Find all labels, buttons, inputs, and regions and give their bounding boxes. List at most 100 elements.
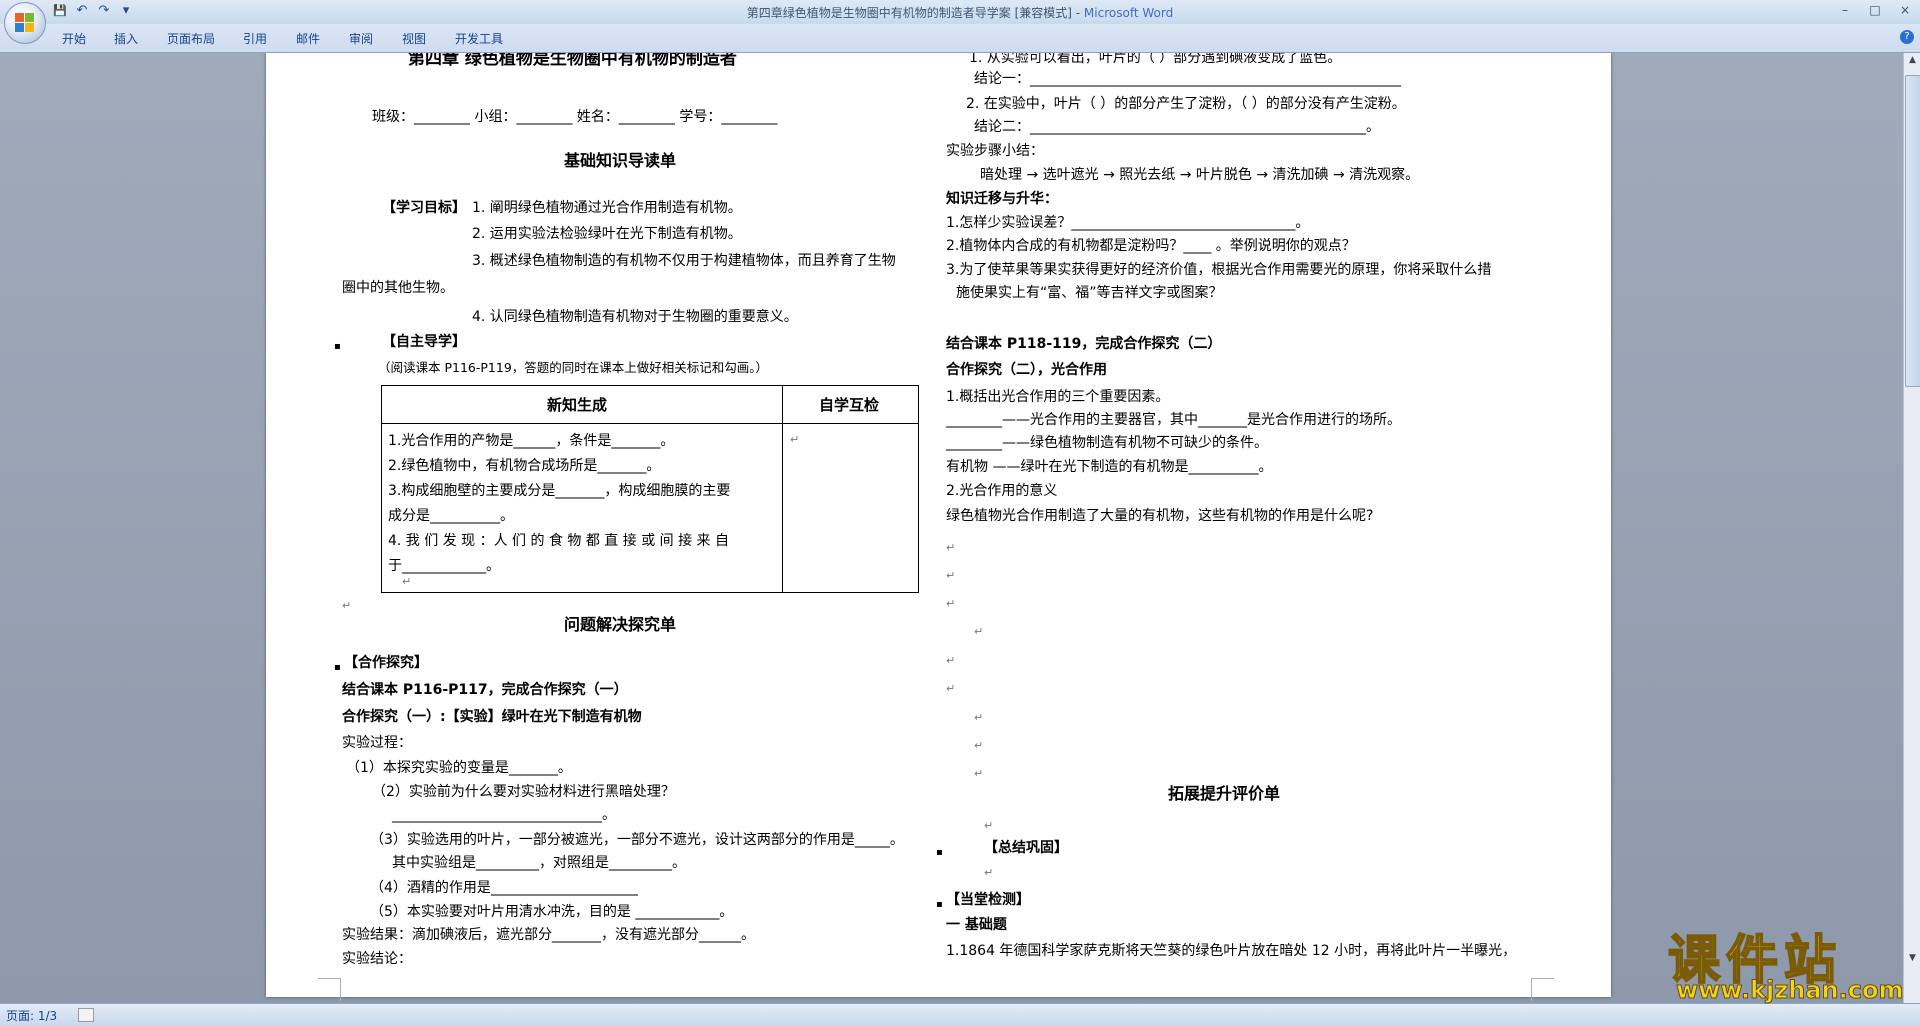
document-workspace: 第四章 绿色植物是生物圈中有机物的制造者 班级：________ 小组：____… — [0, 53, 1903, 1003]
watermark-url: www.kjzhan.com — [1675, 976, 1904, 1005]
watermark: 课件站 www.kjzhan.com — [1667, 918, 1904, 1005]
bullet-mark: ▪ — [936, 847, 943, 858]
document-page[interactable]: 第四章 绿色植物是生物圈中有机物的制造者 班级：________ 小组：____… — [266, 53, 1611, 1001]
question-item: 1.1864 年德国科学家萨克斯将天竺葵的绿色叶片放在暗处 12 小时，再将此叶… — [946, 943, 1517, 959]
result-line: 实验结果：滴加碘液后，遮光部分_______，没有遮光部分______。 — [342, 927, 755, 943]
question-item: （3）实验选用的叶片，一部分被遮光，一部分不遮光，设计这两部分的作用是_____… — [370, 832, 904, 848]
status-bar: 页面: 1/3 — [0, 1003, 1920, 1026]
table-header: 自学互检 — [819, 396, 880, 414]
check-label: 【当堂检测】 — [946, 892, 1030, 908]
paragraph-mark: ↵ — [946, 541, 956, 554]
steps-line: 暗处理 → 选叶遮光 → 照光去纸 → 叶片脱色 → 清洗加碘 → 清洗观察。 — [980, 167, 1420, 183]
goal-item: 4. 认同绿色植物制造有机物对于生物圈的重要意义。 — [472, 309, 798, 325]
tab-page-layout[interactable]: 页面布局 — [167, 30, 215, 47]
tab-home[interactable]: 开始 — [62, 30, 86, 47]
coop-item: 1.概括出光合作用的三个重要因素。 — [946, 389, 1170, 405]
question-item: （5）本实验要对叶片用清水冲洗，目的是 ____________。 — [370, 904, 734, 920]
coop-subheading: 结合课本 P116-P117，完成合作探究（一） — [342, 682, 628, 698]
paragraph-mark: ↵ — [946, 569, 956, 582]
transfer-item: 3.为了使苹果等果实获得更好的经济价值，根据光合作用需要光的原理，你将采取什么措 — [946, 262, 1492, 278]
coop-label: 【合作探究】 — [344, 655, 428, 671]
tab-developer[interactable]: 开发工具 — [455, 30, 503, 47]
tab-references[interactable]: 引用 — [243, 30, 267, 47]
transfer-heading: 知识迁移与升华： — [946, 191, 1058, 207]
self-study-table: 新知生成 自学互检 1.光合作用的产物是______，条件是_______。 2… — [381, 385, 919, 593]
table-header: 新知生成 — [547, 396, 608, 414]
page-corner-mark — [318, 978, 341, 1001]
basic-label: 一 基础题 — [946, 917, 1007, 933]
question-item: （2）实验前为什么要对实验材料进行黑暗处理？ — [372, 784, 675, 800]
vertical-scrollbar[interactable]: ▲ ▼ — [1903, 53, 1920, 1003]
paragraph-mark: ↵ — [984, 819, 994, 832]
paragraph-mark: ↵ — [974, 767, 984, 780]
table-cell: 4. 我 们 发 现 ：人 们 的 食 物 都 直 接 或 间 接 来 自 — [388, 533, 730, 549]
paragraph-mark: ↵ — [790, 433, 800, 446]
answer-blank: ______________________________。 — [392, 807, 616, 823]
transfer-item: 1.怎样少实验误差？______________________________… — [946, 215, 1310, 231]
paragraph-mark: ↵ — [974, 625, 984, 638]
document-name: 第四章绿色植物是生物圈中有机物的制造者导学案 [兼容模式] - — [746, 6, 1084, 20]
paragraph-mark: ↵ — [342, 599, 352, 612]
table-cell: 成分是__________。 — [388, 508, 514, 524]
window-controls: – □ × — [1830, 0, 1920, 20]
proofing-icon[interactable] — [78, 1008, 94, 1022]
table-cell: 3.构成细胞壁的主要成分是_______，构成细胞膜的主要 — [388, 483, 731, 499]
coop-subheading: 合作探究（二），光合作用 — [946, 362, 1107, 378]
paragraph-mark: ↵ — [974, 739, 984, 752]
bullet-mark: ▪ — [334, 662, 341, 673]
observation-line: 2. 在实验中，叶片（ ）的部分产生了淀粉，（ ）的部分没有产生淀粉。 — [966, 96, 1406, 112]
page-count[interactable]: 页面: 1/3 — [6, 1007, 57, 1024]
coop-item: 绿色植物光合作用制造了大量的有机物，这些有机物的作用是什么呢? — [946, 508, 1374, 524]
tab-review[interactable]: 审阅 — [349, 30, 373, 47]
scroll-up-icon[interactable]: ▲ — [1906, 55, 1919, 69]
coop-item: 2.光合作用的意义 — [946, 483, 1058, 499]
coop-item: ________——绿色植物制造有机物不可缺少的条件。 — [946, 435, 1268, 451]
section-heading: 拓展提升评价单 — [1168, 784, 1281, 803]
help-icon[interactable]: ? — [1900, 30, 1914, 44]
observation-line: 1. 从实验可以看出，叶片的（ ）部分遇到碘液变成了蓝色。 — [969, 53, 1342, 66]
paragraph-mark: ↵ — [946, 682, 956, 695]
coop-subheading: 结合课本 P118-119，完成合作探究（二） — [946, 336, 1222, 352]
tab-mailings[interactable]: 邮件 — [296, 30, 320, 47]
self-study-note: （阅读课本 P116-P119，答题的同时在课本上做好相关标记和勾画。） — [378, 360, 769, 375]
student-info-line: 班级：________ 小组：________ 姓名：________ 学号：_… — [372, 109, 778, 125]
conclusion-blank: 结论二：____________________________________… — [974, 119, 1380, 135]
question-item-cont: 其中实验组是_________，对照组是_________。 — [392, 855, 686, 871]
conclusion-blank: 结论一：____________________________________… — [974, 71, 1401, 87]
question-item: （4）酒精的作用是_____________________ — [370, 880, 638, 896]
question-item: （1）本探究实验的变量是_______。 — [346, 760, 572, 776]
table-divider — [782, 386, 783, 592]
office-button[interactable] — [4, 2, 46, 44]
close-button[interactable]: × — [1890, 0, 1920, 20]
paragraph-mark: ↵ — [402, 575, 412, 588]
scroll-down-icon[interactable]: ▼ — [1906, 953, 1919, 967]
paragraph-mark: ↵ — [984, 866, 994, 879]
coop-item: ________——光合作用的主要器官，其中_______是光合作用进行的场所。 — [946, 412, 1401, 428]
summary-label: 【总结巩固】 — [984, 840, 1068, 856]
tab-view[interactable]: 视图 — [402, 30, 426, 47]
chapter-title: 第四章 绿色植物是生物圈中有机物的制造者 — [408, 53, 737, 69]
self-study-label: 【自主导学】 — [382, 334, 466, 350]
ribbon-tabs: 开始 插入 页面布局 引用 邮件 审阅 视图 开发工具 — [0, 24, 1920, 53]
minimize-button[interactable]: – — [1830, 0, 1860, 20]
paragraph-mark: ↵ — [946, 654, 956, 667]
steps-label: 实验步骤小结： — [946, 143, 1044, 159]
coop-item: 有机物 ——绿叶在光下制造的有机物是__________。 — [946, 459, 1273, 475]
page-corner-mark — [1531, 978, 1554, 1001]
coop-subheading: 合作探究（一）:【实验】绿叶在光下制造有机物 — [342, 709, 642, 725]
transfer-item: 2.植物体内合成的有机物都是淀粉吗？____ 。举例说明你的观点？ — [946, 238, 1356, 254]
table-divider — [382, 423, 918, 424]
tab-insert[interactable]: 插入 — [114, 30, 138, 47]
scroll-thumb[interactable] — [1905, 75, 1920, 387]
goal-item-cont: 圈中的其他生物。 — [342, 280, 454, 296]
goal-item: 3. 概述绿色植物制造的有机物不仅用于构建植物体，而且养育了生物 — [472, 253, 896, 269]
app-name: Microsoft Word — [1083, 6, 1174, 20]
paragraph-mark: ↵ — [974, 711, 984, 724]
title-bar: 💾 ↶ ↷ ▾ 第四章绿色植物是生物圈中有机物的制造者导学案 [兼容模式] - … — [0, 0, 1920, 24]
table-cell: 2.绿色植物中，有机物合成场所是_______。 — [388, 458, 661, 474]
conclusion-line: 实验结论： — [342, 951, 412, 967]
paragraph-mark: ↵ — [946, 597, 956, 610]
section-heading: 基础知识导读单 — [564, 151, 677, 170]
process-label: 实验过程： — [342, 735, 412, 751]
maximize-button[interactable]: □ — [1860, 0, 1890, 20]
